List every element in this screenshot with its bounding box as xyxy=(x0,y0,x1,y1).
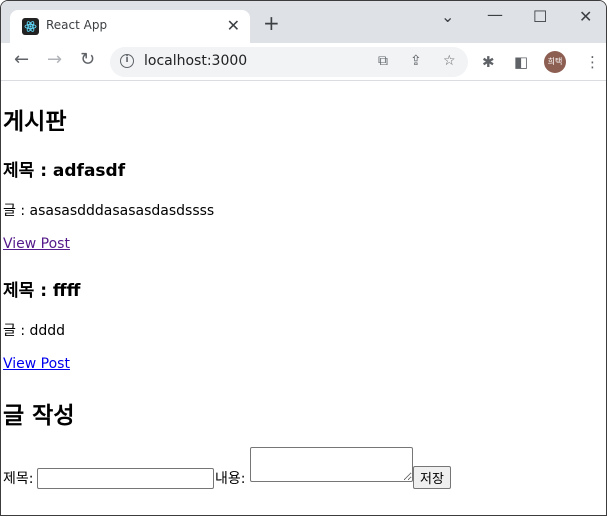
title-label: 제목: xyxy=(3,471,34,487)
content-textarea[interactable] xyxy=(250,447,413,482)
browser-toolbar: ← → ↻ i localhost:3000 ⧉ ⇪ ☆ ✱ ◧ 희택 ⋮ xyxy=(1,43,606,81)
profile-avatar[interactable]: 희택 xyxy=(544,51,566,73)
back-icon[interactable]: ← xyxy=(14,51,29,69)
info-icon[interactable]: i xyxy=(120,54,134,68)
new-tab-plus-icon[interactable]: + xyxy=(263,13,280,33)
extensions-icon[interactable]: ✱ xyxy=(482,53,495,71)
view-post-link[interactable]: View Post xyxy=(3,236,70,252)
post-body: 글 : asasasdddasasasdasdssss xyxy=(3,203,215,219)
maximize-icon[interactable]: ☐ xyxy=(533,7,547,26)
menu-icon[interactable]: ⋮ xyxy=(585,53,600,71)
reload-icon[interactable]: ↻ xyxy=(80,51,95,69)
tab-title: React App xyxy=(46,18,108,32)
url-text[interactable]: localhost:3000 xyxy=(144,53,247,69)
side-panel-icon[interactable]: ◧ xyxy=(514,53,528,71)
react-favicon-icon xyxy=(22,18,39,35)
browser-window: React App ✕ + ⌄ — ☐ ✕ ← → ↻ i localhost:… xyxy=(0,0,607,516)
post-body: 글 : dddd xyxy=(3,323,66,339)
share-icon[interactable]: ⇪ xyxy=(410,53,422,69)
content-label: 내용: xyxy=(215,471,246,487)
close-tab-icon[interactable]: ✕ xyxy=(227,16,240,35)
title-bar: React App ✕ + ⌄ — ☐ ✕ xyxy=(1,1,606,43)
title-input[interactable] xyxy=(37,468,214,489)
write-post-form: 제목: 내용: 저장 xyxy=(3,446,603,491)
forward-icon[interactable]: → xyxy=(47,51,62,69)
view-post-link[interactable]: View Post xyxy=(3,356,70,372)
chevron-down-icon[interactable]: ⌄ xyxy=(441,7,454,26)
address-bar[interactable]: i localhost:3000 ⧉ ⇪ ☆ xyxy=(110,47,468,77)
minimize-icon[interactable]: — xyxy=(487,5,503,24)
page-title: 게시판 xyxy=(3,109,67,135)
star-icon[interactable]: ☆ xyxy=(443,53,456,69)
post-title: 제목 : ffff xyxy=(3,281,81,301)
write-post-heading: 글 작성 xyxy=(3,403,75,429)
browser-tab[interactable]: React App ✕ xyxy=(10,10,250,43)
close-window-icon[interactable]: ✕ xyxy=(579,7,592,26)
save-button[interactable]: 저장 xyxy=(413,466,451,489)
post-title: 제목 : adfasdf xyxy=(3,161,126,181)
translate-icon[interactable]: ⧉ xyxy=(378,53,388,69)
